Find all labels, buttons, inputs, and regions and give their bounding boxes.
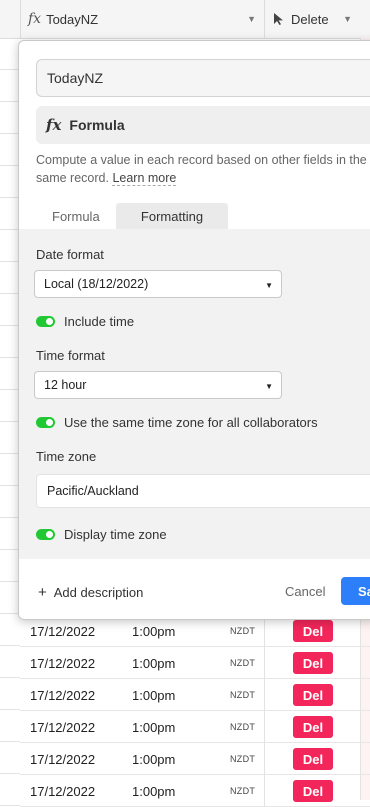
- same-timezone-toggle-row[interactable]: Use the same time zone for all collabora…: [36, 415, 318, 430]
- time-format-select[interactable]: 12 hour ▼: [34, 371, 282, 399]
- date-cell: 17/12/2022: [30, 720, 96, 735]
- learn-more-link[interactable]: Learn more: [112, 171, 177, 186]
- date-format-select[interactable]: Local (18/12/2022) ▼: [34, 270, 282, 298]
- field-type-description: Compute a value in each record based on …: [36, 153, 367, 186]
- timezone-cell: NZDT: [230, 722, 256, 732]
- same-timezone-label: Use the same time zone for all collabora…: [64, 415, 318, 430]
- time-zone-label: Time zone: [36, 449, 97, 464]
- tab-formula[interactable]: Formula: [52, 203, 100, 229]
- field-name-input[interactable]: TodayNZ: [36, 59, 370, 97]
- field-header-label: TodayNZ: [46, 11, 99, 27]
- field-type-select[interactable]: fx Formula: [36, 106, 370, 144]
- field-header-todaynz[interactable]: fx TodayNZ ▼: [20, 0, 264, 38]
- table-row[interactable]: 17/12/2022 1:00pm NZDT Del: [20, 775, 370, 807]
- tab-formatting[interactable]: Formatting: [116, 203, 228, 229]
- field-config-popup: TodayNZ fx Formula Compute a value in ea…: [18, 40, 370, 620]
- formula-icon: fx: [28, 11, 42, 27]
- caret-down-icon: ▼: [265, 281, 273, 290]
- field-header-label: Delete: [291, 11, 329, 27]
- time-cell: 1:00pm: [132, 688, 176, 703]
- time-cell: 1:00pm: [132, 720, 176, 735]
- timezone-cell: NZDT: [230, 626, 256, 636]
- record-rows: 17/12/2022 1:00pm NZDT Del 17/12/2022 1:…: [20, 615, 370, 807]
- chevron-down-icon[interactable]: ▼: [247, 14, 256, 24]
- date-cell: 17/12/2022: [30, 752, 96, 767]
- delete-button[interactable]: Del: [293, 620, 333, 642]
- time-format-label: Time format: [36, 348, 105, 363]
- table-row[interactable]: 17/12/2022 1:00pm NZDT Del: [20, 743, 370, 775]
- date-cell: 17/12/2022: [30, 656, 96, 671]
- table-row[interactable]: 17/12/2022 1:00pm NZDT Del: [20, 711, 370, 743]
- timezone-cell: NZDT: [230, 754, 256, 764]
- table-row[interactable]: 17/12/2022 1:00pm NZDT Del: [20, 647, 370, 679]
- time-cell: 1:00pm: [132, 656, 176, 671]
- formatting-panel: Date format Local (18/12/2022) ▼ Include…: [19, 229, 370, 559]
- date-cell: 17/12/2022: [30, 688, 96, 703]
- plus-icon: +: [38, 584, 47, 601]
- table-row[interactable]: 17/12/2022 1:00pm NZDT Del: [20, 679, 370, 711]
- delete-button[interactable]: Del: [293, 780, 333, 802]
- timezone-cell: NZDT: [230, 690, 256, 700]
- timezone-cell: NZDT: [230, 786, 256, 796]
- field-type-label: Formula: [69, 117, 125, 133]
- cancel-button[interactable]: Cancel: [285, 584, 325, 599]
- display-timezone-toggle-row[interactable]: Display time zone: [36, 527, 167, 542]
- field-header-delete[interactable]: Delete ▼: [264, 0, 360, 38]
- display-timezone-toggle[interactable]: [36, 529, 55, 540]
- grid-header: fx TodayNZ ▼ Delete ▼: [0, 0, 370, 39]
- formula-icon: fx: [46, 116, 62, 134]
- time-cell: 1:00pm: [132, 624, 176, 639]
- delete-button[interactable]: Del: [293, 652, 333, 674]
- save-button[interactable]: Sa: [341, 577, 370, 605]
- chevron-down-icon[interactable]: ▼: [343, 14, 352, 24]
- display-timezone-label: Display time zone: [64, 527, 167, 542]
- field-name-value: TodayNZ: [47, 70, 104, 86]
- date-cell: 17/12/2022: [30, 784, 96, 799]
- caret-down-icon: ▼: [265, 382, 273, 391]
- time-cell: 1:00pm: [132, 752, 176, 767]
- delete-button[interactable]: Del: [293, 684, 333, 706]
- row-number-column: [0, 38, 20, 806]
- delete-button[interactable]: Del: [293, 716, 333, 738]
- include-time-toggle-row[interactable]: Include time: [36, 314, 134, 329]
- same-timezone-toggle[interactable]: [36, 417, 55, 428]
- include-time-label: Include time: [64, 314, 135, 329]
- add-description-button[interactable]: + Add description: [38, 584, 143, 601]
- delete-button[interactable]: Del: [293, 748, 333, 770]
- date-cell: 17/12/2022: [30, 624, 96, 639]
- time-zone-select[interactable]: Pacific/Auckland: [36, 474, 370, 508]
- timezone-cell: NZDT: [230, 658, 256, 668]
- cursor-icon: [274, 13, 283, 25]
- include-time-toggle[interactable]: [36, 316, 55, 327]
- date-format-label: Date format: [36, 247, 104, 262]
- time-cell: 1:00pm: [132, 784, 176, 799]
